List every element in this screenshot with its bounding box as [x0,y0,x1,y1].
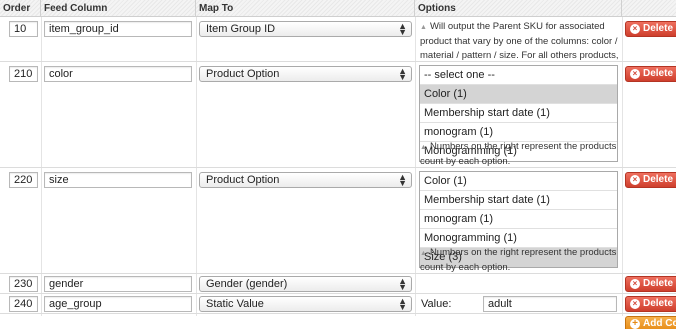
map-to-value: Static Value [206,298,264,310]
header-map-to: Map To [196,0,415,17]
delete-button[interactable]: × Delete [625,296,676,312]
list-item[interactable]: Color (1) [420,172,617,191]
select-arrows-icon: ▲ ▼ [398,276,407,292]
order-input[interactable] [9,21,38,37]
delete-button[interactable]: × Delete [625,21,676,37]
header-options: Options [415,0,622,17]
list-item[interactable]: Membership start date (1) [420,104,617,123]
map-to-value: Gender (gender) [206,278,288,290]
value-label: Value: [421,298,452,310]
delete-icon: × [630,69,640,79]
info-triangle-icon: ▲ [420,144,427,151]
map-to-select[interactable]: Product Option ▲ ▼ [199,66,412,82]
map-to-value: Product Option [206,174,280,186]
header-order: Order [0,0,41,17]
delete-button[interactable]: × Delete [625,172,676,188]
select-arrows-icon: ▲ ▼ [398,296,407,312]
table-row: Product Option ▲▼ Color (1) Membership s… [0,168,676,274]
table-row: Gender (gender) ▲▼ ×Delete [0,274,676,294]
select-arrows-icon: ▲ ▼ [398,66,407,82]
feed-column-input[interactable] [44,21,192,37]
list-item[interactable]: Membership start date (1) [420,191,617,210]
add-column-button[interactable]: +Add Column [625,316,676,329]
feed-column-input[interactable] [44,296,192,312]
feed-column-input[interactable] [44,172,192,188]
order-input[interactable] [9,276,38,292]
order-input[interactable] [9,172,38,188]
table-row: Item Group ID ▲▼ ▲Will output the Parent… [0,17,676,75]
delete-button[interactable]: × Delete [625,66,676,82]
table-row: Product Option ▲▼ -- select one -- Color… [0,62,676,168]
header-actions [622,0,676,17]
list-item[interactable]: -- select one -- [420,66,617,85]
info-triangle-icon: ▲ [420,250,427,257]
info-triangle-icon: ▲ [420,24,427,31]
table-row: Static Value ▲▼ Value: ×Delete [0,294,676,314]
order-input[interactable] [9,296,38,312]
delete-icon: × [630,175,640,185]
feed-column-input[interactable] [44,66,192,82]
static-value-input[interactable] [483,296,617,312]
header-feed-column: Feed Column [41,0,196,17]
delete-icon: × [630,24,640,34]
list-item-selected[interactable]: Color (1) [420,85,617,104]
grid-header: Order Feed Column Map To Options [0,0,676,17]
map-to-select[interactable]: Gender (gender) ▲ ▼ [199,276,412,292]
delete-button[interactable]: × Delete [625,276,676,292]
select-arrows-icon: ▲ ▼ [398,21,407,37]
select-arrows-icon: ▲ ▼ [398,172,407,188]
map-to-value: Item Group ID [206,23,276,35]
order-input[interactable] [9,66,38,82]
map-to-select[interactable]: Product Option ▲ ▼ [199,172,412,188]
option-note: ▲ Numbers on the right represent the prod… [420,141,617,167]
feed-column-input[interactable] [44,276,192,292]
map-to-value: Product Option [206,68,280,80]
option-note: ▲ Numbers on the right represent the prod… [420,247,617,273]
list-item[interactable]: monogram (1) [420,210,617,229]
plus-icon: + [630,319,640,329]
map-to-select[interactable]: Static Value ▲ ▼ [199,296,412,312]
map-to-select[interactable]: Item Group ID ▲ ▼ [199,21,412,37]
delete-icon: × [630,279,640,289]
delete-icon: × [630,299,640,309]
